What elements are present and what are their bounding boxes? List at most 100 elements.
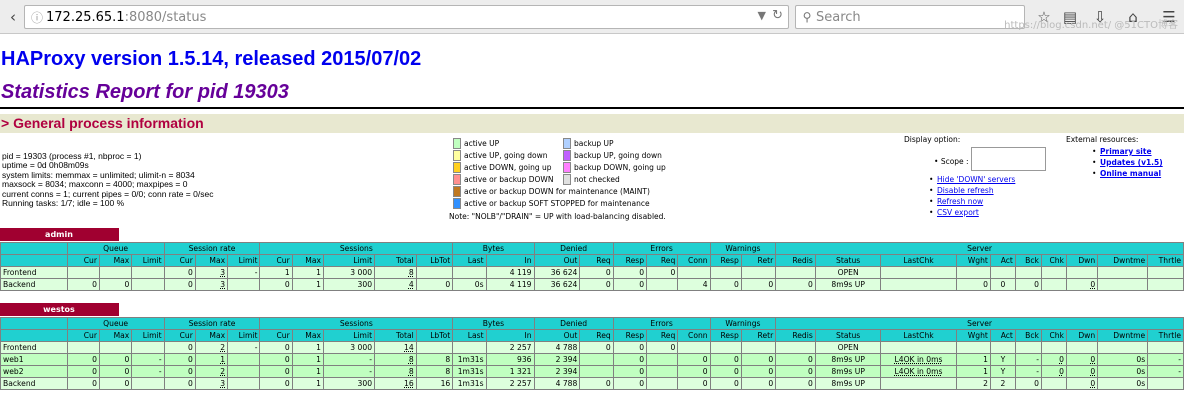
- column-header: Dwn: [1065, 254, 1099, 267]
- table-cell: 0: [740, 278, 777, 291]
- table-row: Frontend 0 2-0 1 3 000 14 2 257 4 788 0 0 0 OPEN: [0, 341, 1184, 354]
- table-cell: 0: [1065, 353, 1099, 366]
- column-header: Limit: [131, 329, 165, 342]
- table-cell: [1040, 341, 1067, 354]
- header-row: Queue Session rate Sessions Bytes Denied Erro…: [0, 317, 1184, 330]
- primary-site-link[interactable]: Primary site: [1100, 147, 1152, 156]
- column-header: Cur: [66, 329, 100, 342]
- table-cell: 0: [66, 365, 100, 378]
- legend-item: backup UP: [563, 138, 614, 150]
- row-label[interactable]: Frontend: [0, 341, 68, 354]
- table-cell: 0: [1014, 278, 1042, 291]
- column-header: Wght: [955, 329, 991, 342]
- legend-item: not checked: [563, 174, 620, 186]
- legend-swatch: [563, 150, 571, 161]
- column-header: Resp: [612, 329, 648, 342]
- updates-link[interactable]: Updates (v1.5): [1100, 158, 1163, 167]
- table-cell: 0: [259, 353, 293, 366]
- column-header: Out: [533, 254, 581, 267]
- back-arrow-icon[interactable]: ‹: [4, 5, 22, 29]
- proxy-name-admin[interactable]: admin: [0, 228, 119, 241]
- row-label[interactable]: web1: [0, 353, 68, 366]
- legend-swatch: [563, 162, 571, 173]
- table-cell: 0: [259, 278, 293, 291]
- table-cell: 300: [322, 377, 376, 390]
- table-cell: 0: [1014, 377, 1042, 390]
- column-header: Max: [194, 254, 229, 267]
- column-header: Redis: [775, 329, 816, 342]
- proxy-table-westos: Queue Session rate Sessions Bytes Denied Erro…: [0, 317, 1184, 390]
- table-cell: [98, 341, 133, 354]
- table-cell: 2: [989, 377, 1016, 390]
- table-cell: 3 000: [322, 266, 376, 279]
- column-header: Limit: [322, 329, 376, 342]
- table-cell: -: [227, 341, 261, 354]
- column-header: Conn: [677, 254, 711, 267]
- scope-input[interactable]: [971, 147, 1046, 171]
- column-header: Cur: [163, 329, 196, 342]
- column-header: Resp: [709, 254, 742, 267]
- hide-down-servers-link[interactable]: Hide 'DOWN' servers: [937, 175, 1015, 184]
- table-row: Backend 0 0 0 3 0 1 300 4 0 0s 4 119 36 624 0 0 4 0 0 0 8m9…: [0, 278, 1184, 291]
- column-header: Dwntme: [1097, 254, 1149, 267]
- refresh-now-link[interactable]: Refresh now: [937, 197, 983, 206]
- table-cell: 8: [374, 266, 417, 279]
- reload-icon[interactable]: ↻: [772, 8, 783, 23]
- column-group-header: Denied: [533, 317, 614, 330]
- table-cell: -: [131, 365, 165, 378]
- table-cell: [227, 377, 261, 390]
- table-cell: L4OK in 0ms: [880, 365, 957, 378]
- subheader-row: Cur Max Limit Cur Max Limit Cur Max Limit Total Lb…: [0, 329, 1184, 342]
- table-cell: 0: [259, 341, 293, 354]
- legend-item: active or backup DOWN: [453, 174, 553, 186]
- table-cell: 0: [709, 353, 742, 366]
- row-label[interactable]: Frontend: [0, 266, 68, 279]
- column-group-header: Queue: [66, 317, 165, 330]
- table-cell: 0: [775, 278, 816, 291]
- table-cell: [880, 278, 957, 291]
- row-label[interactable]: web2: [0, 365, 68, 378]
- table-cell: Y: [989, 365, 1016, 378]
- column-group-header: Session rate: [163, 242, 261, 255]
- header-row: Queue Session rate Sessions Bytes Denied Erro…: [0, 242, 1184, 255]
- table-cell: [1147, 266, 1184, 279]
- table-cell: [1040, 266, 1067, 279]
- table-cell: 0: [259, 365, 293, 378]
- row-label[interactable]: Backend: [0, 278, 68, 291]
- url-bar[interactable]: ⓘ 172.25.65.1:8080/status ▼ ↻: [24, 5, 789, 29]
- table-cell: -: [1014, 365, 1042, 378]
- search-input[interactable]: Search: [816, 10, 861, 25]
- column-group-header: [0, 242, 68, 255]
- column-group-header: Warnings: [709, 242, 777, 255]
- table-cell: [775, 341, 816, 354]
- table-cell: 4 788: [533, 377, 581, 390]
- info-icon[interactable]: ⓘ: [28, 9, 46, 26]
- table-cell: [1014, 266, 1042, 279]
- table-cell: 1: [955, 353, 991, 366]
- table-cell: 0: [612, 353, 648, 366]
- url-dropdown-icon[interactable]: ▼: [758, 9, 766, 22]
- bullet: •: [1092, 158, 1097, 167]
- row-label[interactable]: Backend: [0, 377, 68, 390]
- table-cell: 0: [740, 377, 777, 390]
- table-cell: 0: [989, 278, 1016, 291]
- table-cell: [880, 377, 957, 390]
- table-cell: 8: [415, 365, 454, 378]
- proxy-name-westos[interactable]: westos: [0, 303, 119, 316]
- disable-refresh-link[interactable]: Disable refresh: [937, 186, 994, 195]
- csv-export-link[interactable]: CSV export: [937, 208, 979, 217]
- table-cell: 0: [163, 353, 196, 366]
- column-header: Retr: [740, 329, 777, 342]
- table-cell: [740, 341, 777, 354]
- table-cell: 8: [374, 365, 417, 378]
- table-cell: 8: [415, 353, 454, 366]
- table-cell: 0: [677, 365, 711, 378]
- legend-swatch: [453, 162, 461, 173]
- online-manual-link[interactable]: Online manual: [1100, 169, 1161, 178]
- table-cell: 8m9s UP: [814, 377, 882, 390]
- search-bar[interactable]: ⚲ Search: [795, 5, 1025, 29]
- table-cell: 1: [259, 266, 293, 279]
- table-cell: 0s: [1097, 377, 1149, 390]
- table-cell: -: [1147, 365, 1184, 378]
- column-header: LbTot: [415, 254, 454, 267]
